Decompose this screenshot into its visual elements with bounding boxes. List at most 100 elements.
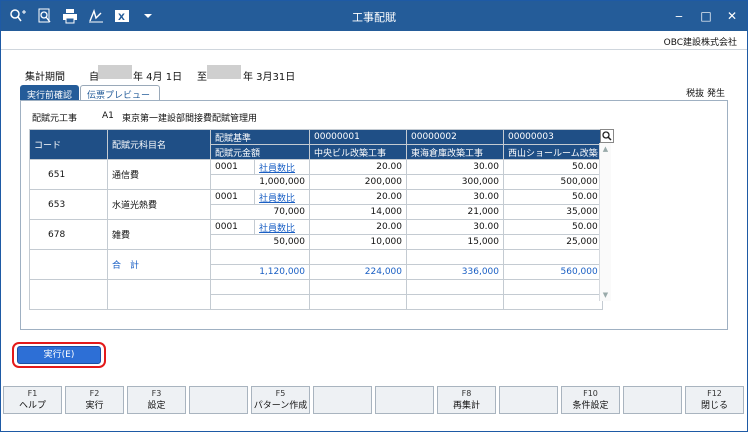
minimize-button[interactable]: ‒ <box>666 5 692 27</box>
f4-empty-button[interactable] <box>189 386 248 414</box>
app-window: X 工事配賦 ‒ □ ✕ OBC建設株式会社 集計期間 自 年 4月 1日 至 … <box>0 0 748 432</box>
scroll-up-icon[interactable]: ▲ <box>600 145 611 153</box>
empty-cell <box>210 294 310 310</box>
header-project-code: 00000002 <box>406 129 504 145</box>
total-source-amount: 1,120,000 <box>210 264 310 280</box>
ratio-cell: 30.00 <box>406 159 504 175</box>
total-allocated-amount: 224,000 <box>309 264 407 280</box>
period-label: 集計期間 <box>25 72 65 83</box>
total-code-cell <box>29 249 108 280</box>
row-account-name: 通信費 <box>107 159 211 190</box>
ratio-cell: 50.00 <box>503 219 603 235</box>
zoom-grid-icon[interactable] <box>600 129 614 143</box>
f3-settings-button[interactable]: F3 設定 <box>127 386 186 414</box>
ratio-cell: 20.00 <box>309 189 407 205</box>
tab-pre-check[interactable]: 実行前確認 <box>20 85 79 101</box>
f7-empty-button[interactable] <box>375 386 434 414</box>
header-code: コード <box>29 129 108 160</box>
empty-row <box>29 279 603 310</box>
source-amount: 70,000 <box>210 204 310 220</box>
allocated-amount: 14,000 <box>309 204 407 220</box>
f8-recalc-button[interactable]: F8 再集計 <box>437 386 496 414</box>
period-from-year <box>98 65 132 79</box>
dept-code: A1 <box>102 111 114 121</box>
ratio-cell: 20.00 <box>309 219 407 235</box>
fkey-code: F12 <box>707 389 722 398</box>
fkey-label: 条件設定 <box>572 401 609 411</box>
basis-name-link[interactable]: 社員数比 <box>254 159 310 175</box>
maximize-button[interactable]: □ <box>693 5 719 27</box>
basis-name-link[interactable]: 社員数比 <box>254 189 310 205</box>
total-allocated-amount: 336,000 <box>406 264 504 280</box>
table-row[interactable]: 653 水道光熱費 0001 社員数比 20.00 30.00 50.00 <box>29 189 603 220</box>
scroll-down-icon[interactable]: ▼ <box>600 291 611 299</box>
empty-cell <box>406 294 504 310</box>
tax-mode: 税抜 発生 <box>686 89 725 99</box>
row-account-name: 雑費 <box>107 219 211 250</box>
empty-cell <box>406 249 504 265</box>
row-account-name: 水道光熱費 <box>107 189 211 220</box>
total-basis-cell <box>210 249 310 265</box>
fkey-label: パターン作成 <box>253 401 308 411</box>
basis-code: 0001 <box>210 189 255 205</box>
f6-empty-button[interactable] <box>313 386 372 414</box>
fkey-label: 再集計 <box>452 401 480 411</box>
ratio-cell: 20.00 <box>309 159 407 175</box>
basis-name-link[interactable]: 社員数比 <box>254 219 310 235</box>
fkey-label: 実行 <box>85 401 104 411</box>
f10-conditions-button[interactable]: F10 条件設定 <box>561 386 620 414</box>
source-amount: 1,000,000 <box>210 174 310 190</box>
allocated-amount: 500,000 <box>503 174 603 190</box>
allocated-amount: 21,000 <box>406 204 504 220</box>
header-project-name: 西山ショールーム改築 <box>503 144 603 160</box>
allocated-amount: 15,000 <box>406 234 504 250</box>
total-row: 合 計 <box>29 249 603 280</box>
allocated-amount: 200,000 <box>309 174 407 190</box>
f12-close-button[interactable]: F12 閉じる <box>685 386 744 414</box>
row-code: 651 <box>29 159 108 190</box>
empty-cell <box>503 249 603 265</box>
ratio-cell: 50.00 <box>503 159 603 175</box>
source-amount: 50,000 <box>210 234 310 250</box>
header-project-name: 中央ビル改築工事 <box>309 144 407 160</box>
empty-cell <box>29 279 108 310</box>
title-bar: X 工事配賦 ‒ □ ✕ <box>1 1 747 31</box>
close-button[interactable]: ✕ <box>719 5 745 27</box>
window-title: 工事配賦 <box>352 11 396 24</box>
table-row[interactable]: 678 雑費 0001 社員数比 20.00 30.00 50.00 <box>29 219 603 250</box>
f5-pattern-button[interactable]: F5 パターン作成 <box>251 386 310 414</box>
empty-cell <box>309 249 407 265</box>
fkey-code: F8 <box>461 389 472 398</box>
vertical-scrollbar[interactable]: ▲ ▼ <box>599 143 611 301</box>
f1-help-button[interactable]: F1 ヘルプ <box>3 386 62 414</box>
row-code: 653 <box>29 189 108 220</box>
fkey-label: 閉じる <box>700 401 728 411</box>
f2-execute-button[interactable]: F2 実行 <box>65 386 124 414</box>
empty-cell <box>503 294 603 310</box>
empty-cell <box>406 279 504 295</box>
header-project-code: 00000003 <box>503 129 603 145</box>
period-to-prefix: 至 <box>197 72 207 83</box>
table-row[interactable]: 651 通信費 0001 社員数比 20.00 30.00 50.00 <box>29 159 603 190</box>
fkey-code: F2 <box>89 389 100 398</box>
fkey-label: 設定 <box>147 401 166 411</box>
dept-label: 配賦元工事 <box>32 114 78 124</box>
period-from-date: 年 4月 1日 <box>133 72 183 83</box>
f11-empty-button[interactable] <box>623 386 682 414</box>
allocated-amount: 10,000 <box>309 234 407 250</box>
tab-voucher-preview[interactable]: 伝票プレビュー <box>80 85 160 101</box>
allocated-amount: 300,000 <box>406 174 504 190</box>
header-divider <box>1 49 747 50</box>
fkey-code: F5 <box>275 389 286 398</box>
header-source-amount: 配賦元金額 <box>210 144 310 160</box>
allocated-amount: 35,000 <box>503 204 603 220</box>
basis-code: 0001 <box>210 159 255 175</box>
header-project-code: 00000001 <box>309 129 407 145</box>
empty-cell <box>503 279 603 295</box>
f9-empty-button[interactable] <box>499 386 558 414</box>
execute-button[interactable]: 実行(E) <box>17 346 101 364</box>
header-project-name: 東海倉庫改築工事 <box>406 144 504 160</box>
ratio-cell: 30.00 <box>406 219 504 235</box>
fkey-code: F1 <box>27 389 38 398</box>
dept-name: 東京第一建設部間接費配賦管理用 <box>122 114 258 124</box>
